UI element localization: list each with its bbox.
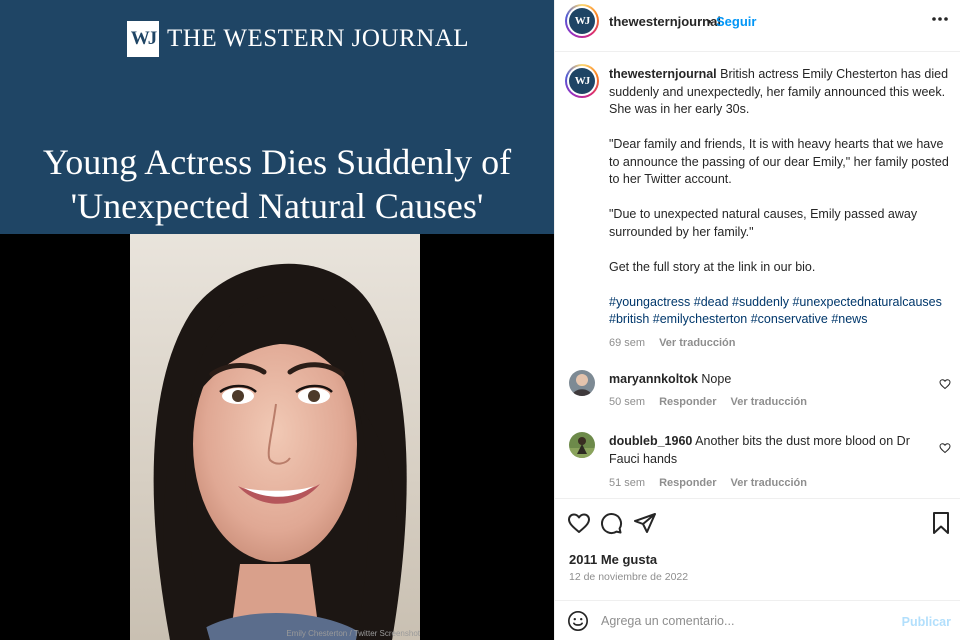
caption-username[interactable]: thewesternjournal [609,67,717,81]
avatar-image [569,432,595,458]
comment-username[interactable]: maryannkoltok [609,372,698,386]
avatar-image [569,370,595,396]
comment-meta: 50 sem Responder Ver traducción [609,396,807,408]
reply-button[interactable]: Responder [659,477,716,489]
comment-body: maryannkoltok Nope [609,370,929,388]
portrait-photo: Emily Chesterton / Twitter Screenshot [130,234,420,640]
send-icon[interactable] [633,511,657,535]
more-horizontal-icon [932,17,948,21]
avatar-inner: WJ [567,66,597,96]
post-date: 12 de noviembre de 2022 [569,571,689,583]
translate-link[interactable]: Ver traducción [731,396,807,408]
caption-paragraph-2: "Dear family and friends, It is with hea… [609,137,949,186]
portrait-illustration [153,263,407,640]
post-details-panel: WJ thewesternjournal • Seguir WJ thewest… [554,0,960,640]
post-actions-bar [555,498,960,548]
comment-username[interactable]: doubleb_1960 [609,434,692,448]
likes-count[interactable]: 2011 Me gusta [569,552,657,567]
author-avatar[interactable]: WJ [565,4,599,38]
headline-line-2: 'Unexpected Natural Causes' [70,186,484,226]
caption-avatar-mark: WJ [569,68,595,94]
photo-credit: Emily Chesterton / Twitter Screenshot [286,629,420,638]
more-options-icon[interactable] [931,10,949,33]
post-header: WJ thewesternjournal • Seguir [555,0,960,52]
reply-button[interactable]: Responder [659,396,716,408]
comment-icon[interactable] [599,511,623,535]
comment-time: 50 sem [609,396,646,408]
headline-line-1: Young Actress Dies Suddenly of [42,142,512,182]
caption-translate-link[interactable]: Ver traducción [659,335,735,353]
follow-button[interactable]: Seguir [716,14,756,29]
caption-paragraph-3: "Due to unexpected natural causes, Emily… [609,207,918,239]
author-avatar-mark: WJ [569,8,595,34]
translate-link[interactable]: Ver traducción [731,477,807,489]
comment-time: 51 sem [609,477,646,489]
author-username[interactable]: thewesternjournal [609,14,721,29]
caption-meta: 69 sem Ver traducción [609,335,949,353]
caption-paragraph-4: Get the full story at the link in our bi… [609,259,816,274]
comments-scroll-area[interactable]: WJ thewesternjournal British actress Emi… [555,52,960,498]
comment-input[interactable] [601,610,891,632]
western-journal-logo: WJ THE WESTERN JOURNAL [127,20,469,58]
article-banner: WJ THE WESTERN JOURNAL Young Actress Die… [0,0,554,234]
post-caption: thewesternjournal British actress Emily … [609,66,949,352]
commenter-avatar[interactable] [569,370,595,396]
separator-dot: • [707,14,712,29]
caption-avatar[interactable]: WJ [565,64,599,98]
caption-paragraph-1: thewesternjournal British actress Emily … [609,66,949,119]
comment-meta: 51 sem Responder Ver traducción [609,477,807,489]
logo-text: THE WESTERN JOURNAL [167,25,470,52]
comment-like-icon[interactable] [939,378,951,390]
comment-body: doubleb_1960 Another bits the dust more … [609,432,929,468]
post-media[interactable]: WJ THE WESTERN JOURNAL Young Actress Die… [0,0,554,640]
publish-button[interactable]: Publicar [902,615,951,629]
comment-text: Nope [701,372,732,386]
caption-hashtags[interactable]: #youngactress #dead #suddenly #unexpecte… [609,294,949,329]
caption-time: 69 sem [609,336,646,349]
add-comment-bar: Publicar [555,600,960,640]
heart-icon[interactable] [567,511,591,535]
emoji-icon[interactable] [567,610,589,632]
avatar-inner: WJ [567,6,597,36]
logo-mark: WJ [127,21,159,57]
comment-like-icon[interactable] [939,442,951,454]
commenter-avatar[interactable] [569,432,595,458]
article-headline: Young Actress Dies Suddenly of 'Unexpect… [0,140,554,228]
bookmark-icon[interactable] [929,511,953,535]
